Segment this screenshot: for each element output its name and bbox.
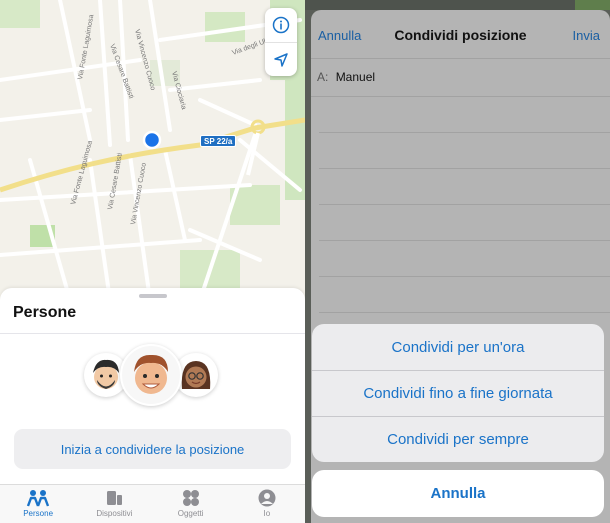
items-icon	[182, 490, 199, 506]
divider	[319, 132, 610, 133]
info-button[interactable]	[265, 8, 297, 42]
devices-icon	[107, 491, 123, 505]
tab-people[interactable]: Persone	[0, 485, 76, 523]
recipient-label: A:	[317, 70, 329, 84]
compose-title: Condividi posizione	[394, 27, 527, 43]
road-badge: SP 22/a	[200, 135, 237, 147]
divider	[311, 96, 610, 97]
current-location-dot[interactable]	[142, 130, 162, 150]
tab-items[interactable]: Oggetti	[153, 485, 229, 523]
tab-label: Oggetti	[177, 509, 204, 518]
compose-nav-bar: Annulla Condividi posizione Invia	[311, 24, 610, 48]
divider	[319, 276, 610, 277]
find-my-app: Via Fonte Laguimosa Via Cesare Battisti …	[0, 0, 305, 523]
tab-label: Io	[263, 509, 271, 518]
sheet-title: Persone	[13, 304, 77, 321]
map-view[interactable]: Via Fonte Laguimosa Via Cesare Battisti …	[0, 0, 305, 300]
share-until-end-of-day-option[interactable]: Condividi fino a fine giornata	[312, 370, 604, 416]
divider	[319, 312, 610, 313]
divider	[319, 168, 610, 169]
people-icon	[27, 490, 50, 507]
divider	[0, 333, 305, 334]
divider	[319, 240, 610, 241]
info-icon	[272, 16, 290, 34]
memoji-man-smiling	[120, 344, 182, 406]
divider	[311, 58, 610, 59]
tab-label: Dispositivi	[96, 509, 133, 518]
person-icon	[258, 489, 276, 507]
background-map-strip	[305, 0, 610, 10]
map-controls	[265, 8, 297, 76]
send-button[interactable]: Invia	[573, 28, 600, 43]
share-duration-action-sheet: Condividi per un'ora Condividi fino a fi…	[312, 324, 604, 462]
location-arrow-icon	[274, 52, 288, 67]
share-for-one-hour-option[interactable]: Condividi per un'ora	[312, 324, 604, 370]
sheet-grabber[interactable]	[139, 294, 167, 298]
tab-me[interactable]: Io	[229, 485, 305, 523]
divider	[319, 204, 610, 205]
location-button[interactable]	[265, 42, 297, 76]
recipient-name: Manuel	[335, 70, 376, 84]
recipient-field[interactable]: A: Manuel	[317, 70, 375, 84]
start-sharing-location-button[interactable]: Inizia a condividere la posizione	[14, 429, 291, 469]
share-indefinitely-option[interactable]: Condividi per sempre	[312, 416, 604, 462]
tab-label: Persone	[23, 509, 54, 518]
tab-devices[interactable]: Dispositivi	[76, 485, 152, 523]
action-sheet-cancel-button[interactable]: Annulla	[312, 470, 604, 517]
tab-bar: Persone Dispositivi Oggetti Io	[0, 484, 305, 523]
